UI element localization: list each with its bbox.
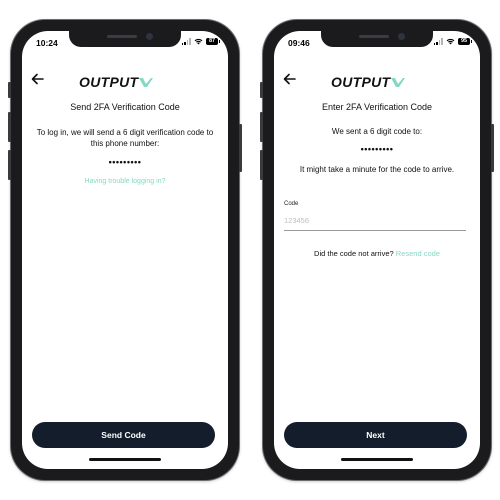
status-time: 10:24 bbox=[36, 38, 58, 48]
status-icons: 95 bbox=[433, 38, 472, 45]
code-field-label: Code bbox=[284, 201, 299, 207]
phone-frame-left: 10:24 87 OUTPUT Send 2FA Verification Co… bbox=[8, 20, 242, 480]
power-button bbox=[491, 124, 494, 172]
mute-switch bbox=[260, 82, 263, 98]
volume-down-button bbox=[8, 150, 11, 180]
page-title: Enter 2FA Verification Code bbox=[321, 102, 433, 112]
camera bbox=[398, 33, 405, 40]
next-button[interactable]: Next bbox=[284, 422, 467, 448]
cellular-signal-icon bbox=[181, 38, 191, 45]
output-logo: OUTPUT bbox=[79, 74, 154, 90]
notch bbox=[321, 31, 433, 47]
logo-text: OUTPUT bbox=[331, 74, 391, 90]
screen-enter-code: 09:46 95 OUTPUT Enter 2FA Verification C… bbox=[274, 31, 480, 469]
cellular-signal-icon bbox=[433, 38, 443, 45]
back-arrow-icon[interactable] bbox=[283, 73, 296, 85]
trouble-logging-in-link[interactable]: Having trouble logging in? bbox=[22, 178, 228, 185]
resend-code-link[interactable]: Resend code bbox=[396, 249, 440, 258]
screen-send-code: 10:24 87 OUTPUT Send 2FA Verification Co… bbox=[22, 31, 228, 469]
notch bbox=[69, 31, 181, 47]
send-code-button[interactable]: Send Code bbox=[32, 422, 215, 448]
volume-up-button bbox=[260, 112, 263, 142]
wifi-icon bbox=[446, 38, 455, 45]
masked-phone-number: ••••••••• bbox=[360, 144, 394, 154]
code-sent-text: We sent a 6 digit code to: bbox=[331, 127, 423, 136]
resend-row: Did the code not arrive? Resend code bbox=[274, 249, 480, 258]
wait-notice-text: It might take a minute for the code to a… bbox=[299, 165, 455, 174]
status-time: 09:46 bbox=[288, 38, 310, 48]
battery-icon: 95 bbox=[458, 38, 472, 45]
mute-switch bbox=[8, 82, 11, 98]
home-indicator bbox=[89, 458, 161, 461]
code-not-arrived-text: Did the code not arrive? bbox=[314, 249, 394, 258]
page-title: Send 2FA Verification Code bbox=[70, 102, 180, 112]
wifi-icon bbox=[194, 38, 203, 45]
code-input[interactable] bbox=[284, 211, 466, 231]
power-button bbox=[239, 124, 242, 172]
volume-up-button bbox=[8, 112, 11, 142]
home-indicator bbox=[341, 458, 413, 461]
speaker bbox=[359, 35, 389, 38]
speaker bbox=[107, 35, 137, 38]
volume-down-button bbox=[260, 150, 263, 180]
back-arrow-icon[interactable] bbox=[31, 73, 44, 85]
phone-frame-right: 09:46 95 OUTPUT Enter 2FA Verification C… bbox=[260, 20, 494, 480]
masked-phone-number: ••••••••• bbox=[108, 157, 142, 167]
output-logo: OUTPUT bbox=[331, 74, 406, 90]
logo-text: OUTPUT bbox=[79, 74, 139, 90]
status-icons: 87 bbox=[181, 38, 220, 45]
camera bbox=[146, 33, 153, 40]
battery-icon: 87 bbox=[206, 38, 220, 45]
logo-slash-icon bbox=[139, 77, 154, 87]
logo-slash-icon bbox=[391, 77, 406, 87]
instruction-text: To log in, we will send a 6 digit verifi… bbox=[36, 128, 214, 148]
